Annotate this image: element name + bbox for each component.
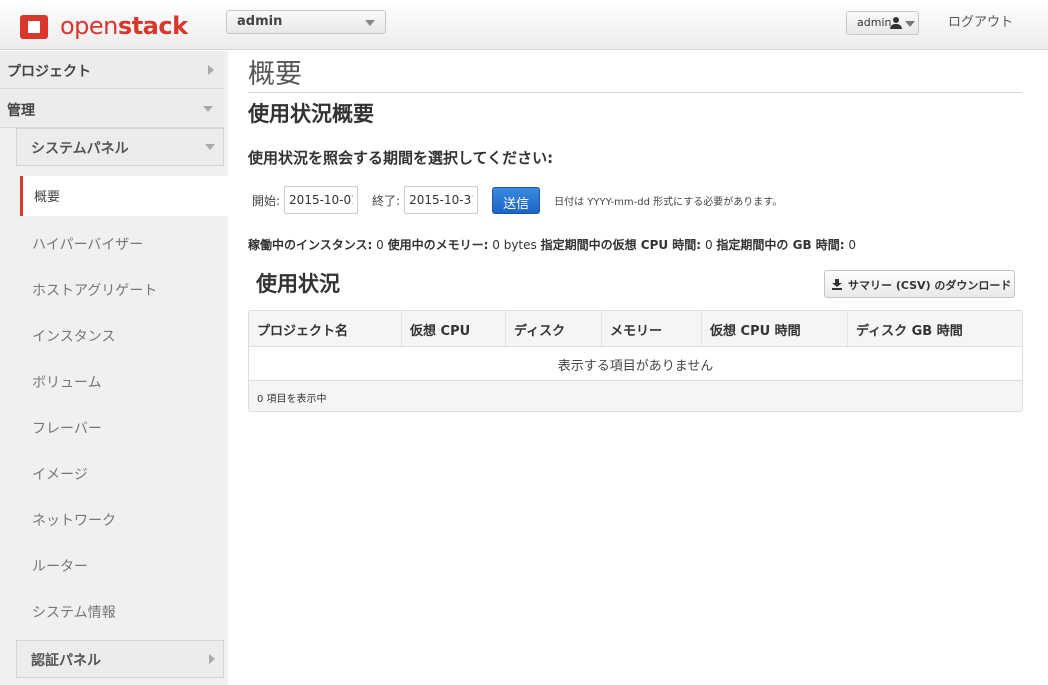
sidebar-panel-label: 認証パネル	[31, 653, 101, 669]
download-csv-label: サマリー (CSV) のダウンロード	[848, 279, 1012, 292]
sidebar-dashboard-label: プロジェクト	[7, 64, 91, 80]
date-format-hint: 日付は YYYY-mm-dd 形式にする必要があります。	[554, 196, 783, 208]
sidebar-item-label: システム情報	[32, 605, 116, 621]
brand-text: openstack	[60, 12, 188, 40]
sidebar-dashboard-label: 管理	[7, 103, 35, 119]
chevron-down-icon	[205, 144, 215, 150]
table-footer-count: 0 項目を表示中	[249, 381, 1022, 411]
openstack-logo[interactable]: openstack	[16, 8, 188, 44]
chevron-down-icon	[365, 20, 375, 26]
usage-stats: 稼働中のインスタンス: 0 使用中のメモリー: 0 bytes 指定期間中の仮想…	[248, 236, 856, 253]
sidebar-item-label: ネットワーク	[32, 513, 116, 529]
sidebar-item-host-aggregates[interactable]: ホストアグリゲート	[20, 270, 228, 310]
chevron-down-icon	[905, 21, 915, 27]
project-switcher-label: admin	[237, 14, 283, 29]
column-header-project[interactable]: プロジェクト名	[249, 311, 402, 346]
submit-button[interactable]: 送信	[492, 186, 541, 214]
column-header-memory[interactable]: メモリー	[602, 311, 702, 346]
sidebar-item-hypervisors[interactable]: ハイパーバイザー	[20, 224, 228, 264]
sidebar: プロジェクト 管理 システムパネル 概要 ハイパーバイザー ホストアグリゲート …	[0, 51, 228, 685]
openstack-logo-icon	[16, 11, 52, 41]
sidebar-item-volumes[interactable]: ボリューム	[20, 362, 228, 402]
sidebar-item-label: イメージ	[32, 467, 88, 483]
stat-label: 稼働中のインスタンス:	[248, 238, 373, 252]
download-csv-button[interactable]: サマリー (CSV) のダウンロード	[824, 270, 1015, 298]
usage-table: プロジェクト名 仮想 CPU ディスク メモリー 仮想 CPU 時間 ディスク …	[248, 310, 1023, 412]
chevron-right-icon	[209, 654, 215, 664]
sidebar-panel-system[interactable]: システムパネル	[16, 128, 224, 166]
empty-table-message: 表示する項目がありません	[249, 347, 1022, 381]
sidebar-item-routers[interactable]: ルーター	[20, 546, 228, 586]
stat-label: 指定期間中の GB 時間:	[716, 238, 845, 252]
sidebar-item-label: インスタンス	[32, 329, 116, 345]
page-title: 概要	[248, 59, 302, 90]
sidebar-item-flavors[interactable]: フレーバー	[20, 408, 228, 448]
column-header-vcpu[interactable]: 仮想 CPU	[402, 311, 506, 346]
start-date-label: 開始:	[252, 193, 281, 208]
sidebar-dashboard-admin[interactable]: 管理	[0, 90, 224, 128]
top-navbar: openstack admin admin ログアウト	[0, 0, 1048, 50]
download-icon	[832, 279, 842, 290]
sidebar-item-label: 概要	[34, 190, 61, 205]
stat-label: 指定期間中の仮想 CPU 時間:	[540, 238, 702, 252]
usage-overview-heading: 使用状況概要	[248, 102, 374, 126]
sidebar-panel-label: システムパネル	[31, 141, 129, 157]
sidebar-item-networks[interactable]: ネットワーク	[20, 500, 228, 540]
sidebar-item-label: ホストアグリゲート	[32, 283, 158, 299]
sidebar-item-images[interactable]: イメージ	[20, 454, 228, 494]
stat-value: 0	[848, 238, 857, 252]
chevron-down-icon	[203, 106, 213, 112]
sidebar-item-system-info[interactable]: システム情報	[20, 592, 228, 632]
stat-value: 0 bytes	[492, 238, 537, 252]
sidebar-item-instances[interactable]: インスタンス	[20, 316, 228, 356]
start-date-input[interactable]	[284, 186, 359, 214]
user-icon	[890, 17, 902, 29]
sidebar-item-label: ルーター	[32, 559, 88, 575]
stat-value: 0	[704, 238, 713, 252]
user-menu-button[interactable]: admin	[846, 11, 919, 35]
usage-heading: 使用状況	[256, 272, 340, 296]
sidebar-item-overview[interactable]: 概要	[20, 176, 228, 216]
sidebar-panel-identity[interactable]: 認証パネル	[16, 640, 224, 678]
table-header-row: プロジェクト名 仮想 CPU ディスク メモリー 仮想 CPU 時間 ディスク …	[249, 311, 1022, 347]
column-header-vcpu-hours[interactable]: 仮想 CPU 時間	[702, 311, 848, 346]
sidebar-dashboard-project[interactable]: プロジェクト	[0, 51, 224, 89]
sidebar-item-label: フレーバー	[32, 421, 102, 437]
sidebar-item-label: ボリューム	[32, 375, 102, 391]
stat-label: 使用中のメモリー:	[387, 238, 489, 252]
period-prompt-heading: 使用状況を照会する期間を選択してください:	[248, 149, 554, 167]
end-date-label: 終了:	[372, 193, 401, 208]
sidebar-item-label: ハイパーバイザー	[32, 237, 144, 253]
date-range-form: 開始: 終了: 送信 日付は YYYY-mm-dd 形式にする必要があります。	[252, 186, 782, 214]
end-date-input[interactable]	[404, 186, 479, 214]
column-header-disk-gb-hours[interactable]: ディスク GB 時間	[848, 311, 1022, 346]
project-switcher-dropdown[interactable]: admin	[226, 10, 386, 34]
column-header-disk[interactable]: ディスク	[506, 311, 602, 346]
stat-value: 0	[376, 238, 384, 252]
divider	[248, 92, 1022, 93]
chevron-right-icon	[208, 65, 214, 75]
logout-link[interactable]: ログアウト	[948, 11, 1013, 30]
user-menu-label: admin	[857, 16, 892, 29]
